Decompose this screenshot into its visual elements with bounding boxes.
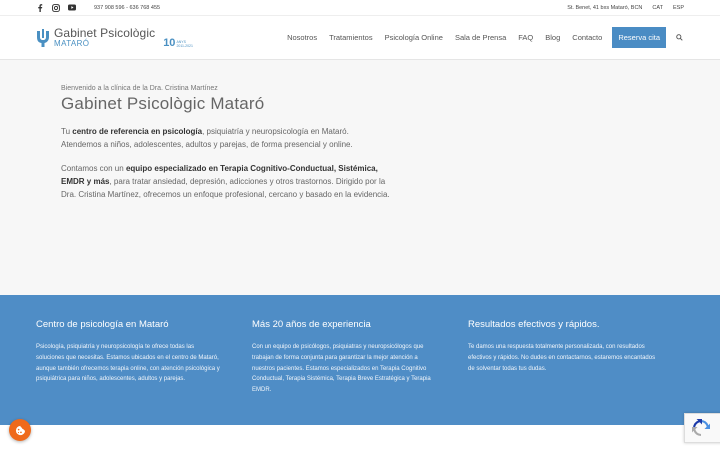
top-bar: 937 908 596 - 636 768 455 St. Benet, 41 … bbox=[0, 0, 720, 15]
logo-text: Gabinet Psicològic MATARÓ bbox=[54, 27, 155, 48]
intro-1-part-1: Tu bbox=[61, 127, 73, 136]
welcome-text: Bienvenido a la clínica de la Dra. Crist… bbox=[61, 85, 218, 92]
feature-text: Con un equipo de psicólogos, psiquiatras… bbox=[252, 344, 431, 394]
logo-years-label: ANYS 2011-2021 bbox=[176, 40, 193, 49]
instagram-icon[interactable] bbox=[52, 3, 60, 12]
site-header: Gabinet Psicològic MATARÓ 10 ANYS 2011-2… bbox=[0, 15, 720, 60]
page-title: Gabinet Psicològic Mataró bbox=[61, 94, 265, 113]
nav-item-blog[interactable]: Blog bbox=[539, 33, 566, 42]
nav-item-contacto[interactable]: Contacto bbox=[566, 33, 608, 42]
cookie-icon bbox=[15, 425, 25, 435]
nav-item-faq[interactable]: FAQ bbox=[512, 33, 539, 42]
feature-title: Resultados efectivos y rápidos. bbox=[468, 319, 600, 330]
top-bar-left: 937 908 596 - 636 768 455 bbox=[36, 3, 160, 12]
hero-section: Bienvenido a la clínica de la Dra. Crist… bbox=[0, 60, 720, 295]
logo-years-number: 10 bbox=[163, 36, 176, 49]
search-icon[interactable] bbox=[676, 33, 684, 42]
intro-paragraph-1: Tu centro de referencia en psicología, p… bbox=[61, 125, 391, 151]
nav-item-nosotros[interactable]: Nosotros bbox=[281, 33, 323, 42]
lang-esp-link[interactable]: ESP bbox=[673, 5, 684, 11]
social-links bbox=[36, 3, 76, 12]
feature-title: Centro de psicología en Mataró bbox=[36, 319, 169, 330]
intro-paragraph-2: Contamos con un equipo especializado en … bbox=[61, 162, 391, 201]
address: St. Benet, 41 bxs Mataró, BCN bbox=[567, 4, 643, 11]
logo-subtitle: MATARÓ bbox=[54, 39, 90, 48]
nav-item-sala-de-prensa[interactable]: Sala de Prensa bbox=[449, 33, 512, 42]
logo[interactable]: Gabinet Psicològic MATARÓ 10 ANYS 2011-2… bbox=[36, 23, 193, 53]
top-bar-right: St. Benet, 41 bxs Mataró, BCN CAT ESP bbox=[567, 5, 684, 11]
intro-1-part-2: centro de referencia en psicología bbox=[72, 127, 203, 136]
main-nav: Nosotros Tratamientos Psicología Online … bbox=[281, 27, 684, 48]
nav-item-psicologia-online[interactable]: Psicología Online bbox=[379, 33, 449, 42]
nav-item-tratamientos[interactable]: Tratamientos bbox=[323, 33, 379, 42]
features-section: Centro de psicología en Mataró Psicologí… bbox=[0, 295, 720, 425]
feature-card: Más 20 años de experiencia Con un equipo… bbox=[252, 319, 468, 425]
facebook-icon[interactable] bbox=[36, 3, 44, 12]
youtube-icon[interactable] bbox=[68, 4, 76, 12]
intro-2-part-1: Contamos con un bbox=[61, 164, 126, 173]
recaptcha-icon bbox=[692, 419, 710, 436]
feature-card: Centro de psicología en Mataró Psicologí… bbox=[36, 319, 252, 425]
footer-spacer bbox=[0, 425, 720, 450]
logo-mark-icon bbox=[37, 28, 49, 47]
feature-title: Más 20 años de experiencia bbox=[252, 319, 371, 330]
logo-years-range: 2011-2021 bbox=[176, 43, 193, 48]
feature-text: Te damos una respuesta totalmente person… bbox=[468, 344, 656, 372]
recaptcha-badge[interactable] bbox=[684, 413, 720, 443]
reserva-cita-button[interactable]: Reserva cita bbox=[612, 27, 666, 48]
intro-2-part-3: , para tratar ansiedad, depresión, adicc… bbox=[61, 177, 390, 199]
cookie-settings-button[interactable] bbox=[9, 419, 31, 441]
feature-card: Resultados efectivos y rápidos. Te damos… bbox=[468, 319, 684, 425]
phone-numbers[interactable]: 937 908 596 - 636 768 455 bbox=[94, 5, 160, 11]
lang-cat-link[interactable]: CAT bbox=[652, 5, 663, 11]
logo-anniversary: 10 ANYS 2011-2021 bbox=[163, 37, 193, 49]
logo-title: Gabinet Psicològic bbox=[54, 26, 156, 40]
feature-text: Psicología, psiquiatría y neuropsicologí… bbox=[36, 344, 220, 383]
